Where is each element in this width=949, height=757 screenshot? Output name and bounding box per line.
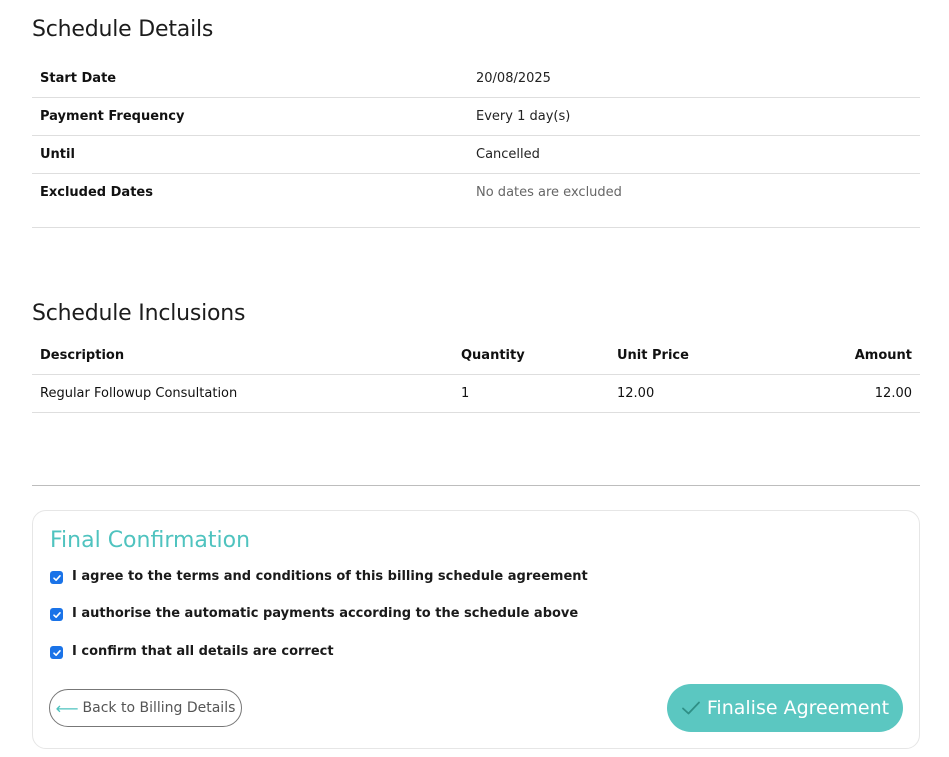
- confirm-terms-row[interactable]: I agree to the terms and conditions of t…: [50, 567, 588, 585]
- terms-checkbox[interactable]: [50, 571, 63, 584]
- terms-checkbox-label: I agree to the terms and conditions of t…: [72, 568, 588, 584]
- schedule-inclusions-table: Description Quantity Unit Price Amount R…: [32, 337, 920, 413]
- checkmark-icon: [52, 649, 61, 656]
- detail-label: Excluded Dates: [40, 185, 153, 200]
- column-header-amount: Amount: [854, 348, 912, 363]
- table-row: Regular Followup Consultation 1 12.00 12…: [32, 375, 920, 413]
- detail-value: No dates are excluded: [476, 185, 622, 200]
- detail-label: Start Date: [40, 71, 117, 86]
- cell-quantity: 1: [461, 386, 470, 401]
- column-header-quantity: Quantity: [461, 348, 525, 363]
- column-header-unit-price: Unit Price: [617, 348, 689, 363]
- detail-label: Until: [40, 147, 75, 162]
- details-checkbox-label: I confirm that all details are correct: [72, 643, 334, 659]
- column-header-description: Description: [40, 348, 125, 363]
- section-divider: [32, 485, 920, 486]
- checkmark-icon: [52, 611, 61, 618]
- final-confirmation-title: Final Confirmation: [50, 528, 251, 553]
- detail-value: Cancelled: [476, 147, 540, 162]
- cell-unit-price: 12.00: [617, 386, 655, 401]
- detail-row-until: Until Cancelled: [32, 136, 920, 174]
- checkmark-icon: [52, 574, 61, 581]
- detail-row-start-date: Start Date 20/08/2025: [32, 60, 920, 98]
- confirm-details-row[interactable]: I confirm that all details are correct: [50, 642, 334, 660]
- confirm-payments-row[interactable]: I authorise the automatic payments accor…: [50, 604, 578, 622]
- back-to-billing-details-button[interactable]: ⟵ Back to Billing Details: [49, 689, 242, 727]
- cell-description: Regular Followup Consultation: [40, 386, 238, 401]
- check-icon: [681, 701, 700, 715]
- finalise-agreement-button[interactable]: Finalise Agreement: [667, 684, 903, 732]
- schedule-inclusions-title: Schedule Inclusions: [32, 301, 246, 326]
- final-confirmation-card: Final Confirmation I agree to the terms …: [32, 510, 920, 749]
- detail-value: Every 1 day(s): [476, 109, 571, 124]
- back-button-label: Back to Billing Details: [82, 700, 236, 716]
- table-header-row: Description Quantity Unit Price Amount: [32, 337, 920, 375]
- payments-checkbox-label: I authorise the automatic payments accor…: [72, 605, 579, 621]
- schedule-details-table: Start Date 20/08/2025 Payment Frequency …: [32, 60, 920, 228]
- cell-amount: 12.00: [874, 386, 912, 401]
- finalise-button-label: Finalise Agreement: [706, 697, 890, 719]
- detail-row-excluded-dates: Excluded Dates No dates are excluded: [32, 174, 920, 228]
- schedule-details-title: Schedule Details: [32, 17, 214, 42]
- arrow-left-icon: ⟵: [55, 698, 79, 718]
- billing-schedule-review: Schedule Details Start Date 20/08/2025 P…: [0, 0, 949, 757]
- payments-checkbox[interactable]: [50, 608, 63, 621]
- details-checkbox[interactable]: [50, 646, 63, 659]
- detail-value: 20/08/2025: [476, 71, 551, 86]
- detail-label: Payment Frequency: [40, 109, 185, 124]
- detail-row-payment-frequency: Payment Frequency Every 1 day(s): [32, 98, 920, 136]
